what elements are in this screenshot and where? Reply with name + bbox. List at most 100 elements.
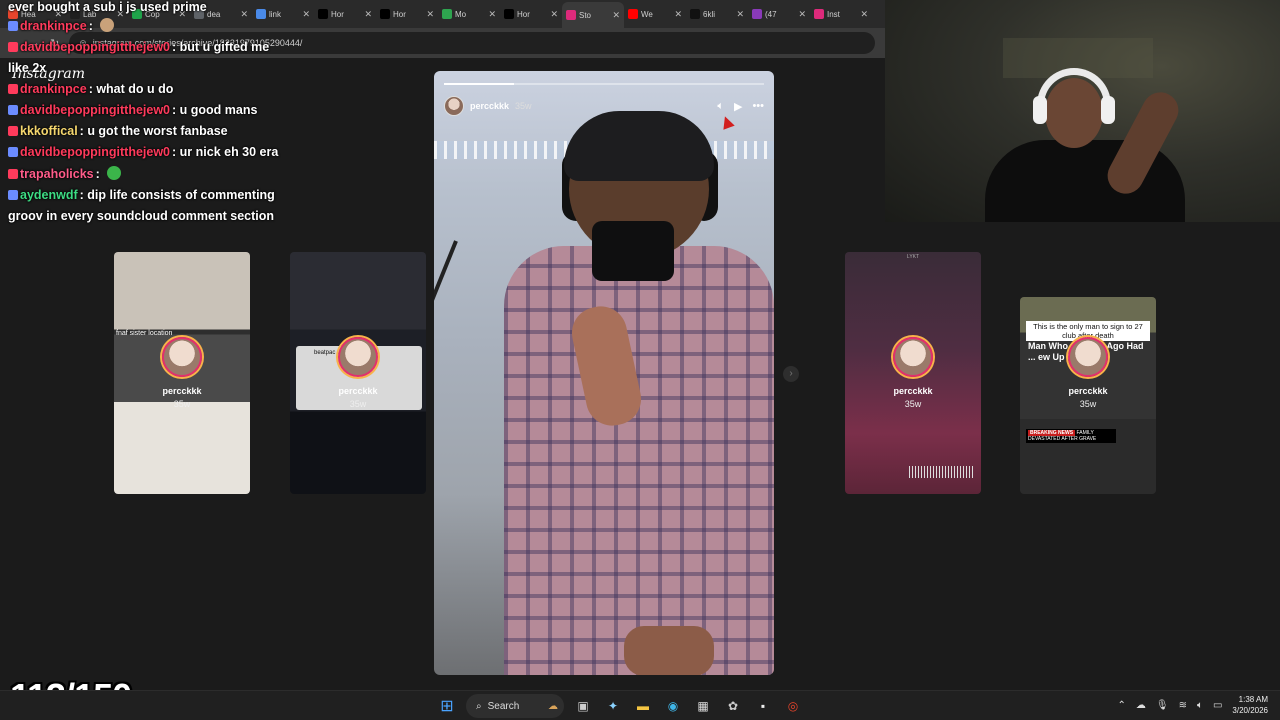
- next-story-arrow-icon[interactable]: ›: [783, 366, 799, 382]
- story-subject-beanie: [564, 111, 714, 181]
- tab-label: We: [641, 9, 653, 19]
- chat-message: davidbepoppingitthejew0: ur nick eh 30 e…: [8, 145, 278, 159]
- chat-text: but u gifted me: [179, 40, 270, 54]
- volume-icon[interactable]: 🔈︎: [717, 100, 724, 113]
- tab-label: Hor: [517, 9, 530, 19]
- play-icon[interactable]: ▶: [734, 100, 742, 113]
- story-thumbnail-1[interactable]: fnaf sister location percckkk 35w: [114, 252, 250, 494]
- browser-tab[interactable]: Sto ✕: [562, 2, 624, 28]
- thumbnail-caption: fnaf sister location: [116, 330, 173, 337]
- browser-tab[interactable]: Hor ✕: [500, 3, 562, 25]
- close-icon[interactable]: ✕: [488, 9, 496, 20]
- chat-message: davidbepoppingitthejew0: u good mans: [8, 103, 257, 117]
- chat-message: like 2x: [8, 61, 46, 75]
- browser-tab[interactable]: (47 ✕: [748, 3, 810, 25]
- tab-favicon-icon: [256, 9, 266, 19]
- clock[interactable]: 1:38 AM 3/20/2026: [1232, 694, 1268, 716]
- story-thumbnail-4[interactable]: This is the only man to sign to 27 club …: [1020, 297, 1156, 494]
- chat-text: what do u do: [96, 82, 174, 96]
- thumbnail-age: 35w: [173, 399, 191, 409]
- avatar: [338, 337, 378, 377]
- close-icon[interactable]: ✕: [860, 9, 868, 20]
- browser-tab[interactable]: 6kli ✕: [686, 3, 748, 25]
- close-icon[interactable]: ✕: [364, 9, 372, 20]
- browser-tab[interactable]: Mo ✕: [438, 3, 500, 25]
- avatar[interactable]: [444, 96, 464, 116]
- close-icon[interactable]: ✕: [736, 9, 744, 20]
- close-icon[interactable]: ✕: [302, 9, 310, 20]
- chat-message: drankinpce:: [8, 18, 115, 33]
- chat-message: drankinpce: what do u do: [8, 82, 173, 96]
- volume-icon[interactable]: 🔈︎: [1197, 700, 1203, 711]
- chat-separator: :: [172, 145, 180, 159]
- task-view-icon[interactable]: ▣: [572, 695, 594, 717]
- tab-favicon-icon: [814, 9, 824, 19]
- copilot-icon[interactable]: ✦: [602, 695, 624, 717]
- close-icon[interactable]: ✕: [240, 9, 248, 20]
- chat-badge-icon: [8, 190, 18, 200]
- story-progress-fill: [444, 83, 515, 85]
- chat-message: davidbepoppingitthejew0: but u gifted me: [8, 40, 269, 54]
- browser-tab[interactable]: We ✕: [624, 3, 686, 25]
- chat-emote-icon: [100, 18, 115, 32]
- thumbnail-username: percckkk: [162, 386, 202, 396]
- thumbnail-username: percckkk: [338, 386, 378, 396]
- tab-label: Mo: [455, 9, 467, 19]
- chat-badge-icon: [8, 105, 18, 115]
- close-icon[interactable]: ✕: [426, 9, 434, 20]
- chat-badge-icon: [8, 21, 18, 31]
- chat-username: davidbepoppingitthejew0: [20, 103, 171, 117]
- close-icon[interactable]: ✕: [612, 10, 620, 21]
- chat-text: ever bought a sub i js used prime: [8, 0, 207, 14]
- chat-badge-icon: [8, 84, 18, 94]
- app-icon[interactable]: ✿: [722, 695, 744, 717]
- tab-favicon-icon: [628, 9, 638, 19]
- tray-overflow-icon[interactable]: ⌃: [1117, 700, 1125, 711]
- story-viewer[interactable]: percckkk 35w 🔈︎ ▶ •••: [434, 71, 774, 675]
- headphone-cup-right: [1101, 96, 1115, 124]
- close-icon[interactable]: ✕: [674, 9, 682, 20]
- chat-text: u got the worst fanbase: [87, 124, 228, 138]
- story-age: 35w: [515, 101, 532, 111]
- headphone-cup-left: [1033, 96, 1047, 124]
- edge-icon[interactable]: ◉: [662, 695, 684, 717]
- wifi-icon[interactable]: ≋: [1179, 700, 1187, 711]
- taskbar-search[interactable]: ⌕ Search ☁: [466, 694, 564, 718]
- store-icon[interactable]: ▦: [692, 695, 714, 717]
- tab-favicon-icon: [690, 9, 700, 19]
- browser-tab[interactable]: link ✕: [252, 3, 314, 25]
- thumbnail-username: percckkk: [893, 386, 933, 396]
- file-explorer-icon[interactable]: ▬: [632, 695, 654, 717]
- close-icon[interactable]: ✕: [798, 9, 806, 20]
- search-highlight-icon: ☁: [548, 700, 558, 712]
- thumbnail-age: 35w: [349, 399, 367, 409]
- chat-username: davidbepoppingitthejew0: [20, 145, 171, 159]
- onedrive-icon[interactable]: ☁: [1136, 700, 1146, 711]
- tab-label: Hor: [393, 9, 406, 19]
- tab-label: Hor: [331, 9, 344, 19]
- microphone-icon[interactable]: 🎙︎: [1156, 700, 1169, 711]
- tab-favicon-icon: [318, 9, 328, 19]
- chat-separator: :: [88, 19, 97, 33]
- terminal-icon[interactable]: ▪: [752, 695, 774, 717]
- more-options-icon[interactable]: •••: [752, 100, 764, 112]
- browser-tab[interactable]: Inst ✕: [810, 3, 872, 25]
- windows-taskbar: ⊞ ⌕ Search ☁ ▣ ✦ ▬ ◉ ▦ ✿ ▪ ◎ ⌃ ☁ 🎙︎ ≋ 🔈︎…: [0, 690, 1280, 720]
- story-thumbnail-3[interactable]: LYKT percckkk 35w: [845, 252, 981, 494]
- tab-label: link: [269, 9, 282, 19]
- windows-start-icon[interactable]: ⊞: [436, 695, 458, 717]
- thumbnail-age: 35w: [904, 399, 922, 409]
- chat-username: kkkoffical: [20, 124, 78, 138]
- battery-icon[interactable]: ▭: [1213, 700, 1222, 711]
- chat-username: davidbepoppingitthejew0: [20, 40, 171, 54]
- chat-separator: :: [172, 40, 180, 54]
- chrome-icon[interactable]: ◎: [782, 695, 804, 717]
- browser-tab[interactable]: Hor ✕: [376, 3, 438, 25]
- clock-time: 1:38 AM: [1238, 695, 1268, 704]
- close-icon[interactable]: ✕: [550, 9, 558, 20]
- story-username[interactable]: percckkk: [470, 101, 509, 111]
- story-thumbnail-2[interactable]: beatpac prod. r$x (unlim percckkk 35w: [290, 252, 426, 494]
- cable: [434, 240, 458, 632]
- browser-tab[interactable]: Hor ✕: [314, 3, 376, 25]
- chat-badge-icon: [8, 42, 18, 52]
